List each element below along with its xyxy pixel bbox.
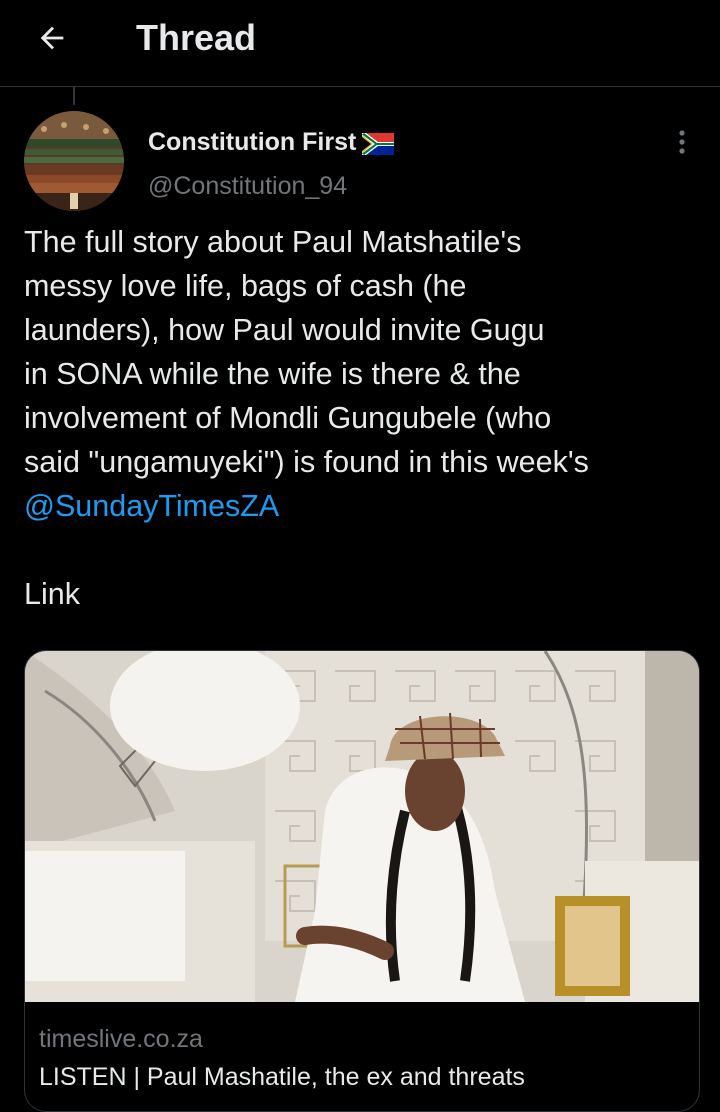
card-image	[25, 651, 699, 1002]
back-button[interactable]	[30, 16, 74, 60]
card-domain: timeslive.co.za	[39, 1025, 203, 1053]
page-title: Thread	[136, 17, 257, 58]
link-preview-card[interactable]: timeslive.co.za LISTEN | Paul Mashatile,…	[24, 650, 700, 1112]
author-display-name[interactable]: Constitution First	[148, 126, 395, 158]
tweet-text-line: involvement of Mondli Gungubele (who	[24, 401, 552, 435]
avatar[interactable]	[24, 111, 124, 211]
tweet-text-line: in SONA while the wife is there & the	[24, 357, 521, 391]
top-app-bar: Thread	[0, 0, 720, 87]
more-options-button[interactable]	[664, 124, 700, 160]
south-africa-flag-icon	[362, 131, 395, 155]
author-handle[interactable]: @Constitution_94	[148, 170, 347, 202]
tweet-text-line: said "ungamuyeki") is found in this week…	[24, 445, 589, 479]
card-title: LISTEN | Paul Mashatile, the ex and thre…	[39, 1063, 525, 1091]
author-name-text: Constitution First	[148, 128, 357, 156]
tweet-text-line: messy love life, bags of cash (he	[24, 269, 467, 303]
link-text: Link	[24, 577, 80, 611]
tweet-body: The full story about Paul Matshatile's m…	[24, 220, 696, 528]
parliament-photo-avatar	[24, 111, 124, 211]
arrow-left-icon	[40, 26, 64, 50]
more-vertical-icon	[679, 130, 685, 154]
thread-connector-line	[73, 87, 75, 105]
tweet-text-line: launders), how Paul would invite Gugu	[24, 313, 545, 347]
mention-link[interactable]: @SundayTimesZA	[24, 484, 696, 528]
tweet-text-line: The full story about Paul Matshatile's	[24, 225, 522, 259]
